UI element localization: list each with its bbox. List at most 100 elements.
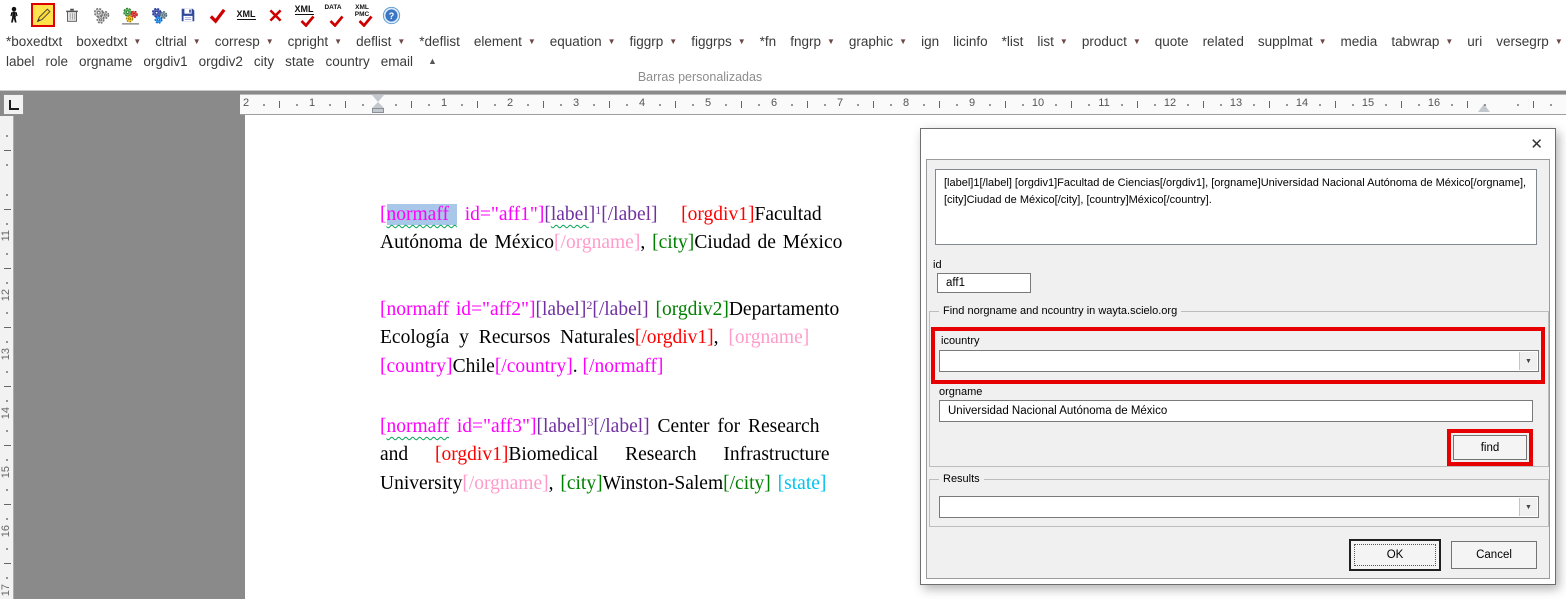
- trash-icon[interactable]: [60, 3, 84, 27]
- field-item-orgdiv1[interactable]: orgdiv1: [143, 54, 187, 69]
- doc-line: Autónoma de México[/orgname], [city]Ciud…: [380, 232, 842, 254]
- icountry-value: [940, 355, 948, 367]
- dropdown-arrow-icon[interactable]: ▼: [266, 37, 274, 46]
- tag-item-fn[interactable]: *fn: [760, 34, 777, 49]
- ruler-number: 12: [0, 289, 13, 301]
- tag-item-ign[interactable]: ign: [921, 34, 939, 49]
- dropdown-arrow-icon[interactable]: ▼: [1445, 37, 1453, 46]
- dropdown-arrow-icon[interactable]: ▼: [899, 37, 907, 46]
- xml-check-icon[interactable]: XML: [292, 3, 316, 27]
- ruler-tick: [1137, 101, 1138, 108]
- doc-run: [country]: [380, 356, 453, 377]
- first-line-indent-marker[interactable]: [372, 95, 384, 102]
- tag-item-boxedtxt[interactable]: boxedtxt▼: [76, 34, 141, 49]
- data-check-icon[interactable]: DATA: [321, 3, 345, 27]
- affiliation-summary-box[interactable]: [label]1[/label] [orgdiv1]Facultad de Ci…: [935, 169, 1537, 245]
- tag-item-fngrp[interactable]: fngrp▼: [790, 34, 835, 49]
- field-item-email[interactable]: email: [381, 54, 413, 69]
- validate-check-icon[interactable]: [205, 3, 229, 27]
- tag-item-tabwrap[interactable]: tabwrap▼: [1391, 34, 1453, 49]
- dropdown-arrow-icon[interactable]: ▼: [334, 37, 342, 46]
- gears-colored-icon[interactable]: [118, 3, 142, 27]
- dropdown-arrow-icon[interactable]: ▼: [193, 37, 201, 46]
- field-item-state[interactable]: state: [285, 54, 314, 69]
- field-item-role[interactable]: role: [46, 54, 69, 69]
- delete-x-icon[interactable]: [263, 3, 287, 27]
- dropdown-arrow-icon[interactable]: ▼: [1060, 37, 1068, 46]
- results-combobox[interactable]: ▼: [939, 496, 1539, 518]
- left-indent-marker[interactable]: [372, 108, 384, 113]
- cancel-button[interactable]: Cancel: [1451, 541, 1537, 569]
- ruler-tick: [6, 577, 8, 579]
- dropdown-arrow-icon[interactable]: ▼: [133, 37, 141, 46]
- ruler-number: 10: [1032, 97, 1044, 109]
- gears-gray-icon[interactable]: [89, 3, 113, 27]
- results-dropdown-icon[interactable]: ▼: [1519, 498, 1537, 516]
- tag-item-element[interactable]: element▼: [474, 34, 536, 49]
- tag-item-quote[interactable]: quote: [1155, 34, 1189, 49]
- help-icon[interactable]: ?: [379, 3, 403, 27]
- doc-run: [/orgdiv1]: [635, 327, 714, 348]
- tag-item-corresp[interactable]: corresp▼: [215, 34, 274, 49]
- tag-item-list[interactable]: list▼: [1037, 34, 1067, 49]
- icountry-combobox[interactable]: ▼: [939, 350, 1539, 372]
- save-icon[interactable]: [176, 3, 200, 27]
- doc-run: [/normaff]: [583, 356, 664, 377]
- dropdown-arrow-icon[interactable]: ▼: [738, 37, 746, 46]
- field-item-label[interactable]: label: [6, 54, 35, 69]
- gears-blue-icon[interactable]: [147, 3, 171, 27]
- doc-run: Ciudad de México: [694, 232, 842, 253]
- tag-item-product[interactable]: product▼: [1082, 34, 1141, 49]
- id-field[interactable]: aff1: [937, 273, 1031, 293]
- field-item-city[interactable]: city: [254, 54, 274, 69]
- tag-item-deflist[interactable]: deflist▼: [356, 34, 405, 49]
- dropdown-arrow-icon[interactable]: ▼: [608, 37, 616, 46]
- tab-selector[interactable]: [3, 94, 24, 115]
- tag-item-media[interactable]: media: [1341, 34, 1378, 49]
- ruler-tick: [543, 101, 544, 108]
- tag-item-boxedtxt[interactable]: *boxedtxt: [6, 34, 62, 49]
- tag-item-list[interactable]: *list: [1002, 34, 1024, 49]
- dropdown-arrow-icon[interactable]: ▼: [397, 37, 405, 46]
- dropdown-arrow-icon[interactable]: ▼: [1555, 37, 1563, 46]
- tag-item-graphic[interactable]: graphic▼: [849, 34, 907, 49]
- tag-item-licinfo[interactable]: licinfo: [953, 34, 988, 49]
- tag-item-cltrial[interactable]: cltrial▼: [155, 34, 200, 49]
- dropdown-arrow-icon[interactable]: ▼: [1133, 37, 1141, 46]
- person-icon[interactable]: [2, 3, 26, 27]
- dropdown-arrow-icon[interactable]: ▼: [528, 37, 536, 46]
- vertical-ruler[interactable]: 11121314151617: [0, 116, 14, 599]
- field-item-country[interactable]: country: [325, 54, 369, 69]
- xml-icon[interactable]: XML: [234, 3, 258, 27]
- ok-button[interactable]: OK: [1349, 539, 1441, 571]
- orgname-field[interactable]: Universidad Nacional Autónoma de México: [939, 400, 1533, 422]
- icountry-dropdown-icon[interactable]: ▼: [1519, 352, 1537, 370]
- tag-item-equation[interactable]: equation▼: [550, 34, 616, 49]
- dropdown-arrow-icon[interactable]: ▼: [669, 37, 677, 46]
- tag-item-deflist[interactable]: *deflist: [419, 34, 460, 49]
- tag-item-versegrp[interactable]: versegrp▼: [1496, 34, 1562, 49]
- doc-run: .: [573, 356, 583, 377]
- close-icon[interactable]: ✕: [1530, 135, 1543, 153]
- tag-item-uri[interactable]: uri: [1467, 34, 1482, 49]
- field-item-orgname[interactable]: orgname: [79, 54, 132, 69]
- dropdown-arrow-icon[interactable]: ▼: [1319, 37, 1327, 46]
- doc-run: [normaff id="aff2"]: [380, 299, 535, 320]
- ruler-tick: [890, 104, 892, 106]
- find-button[interactable]: find: [1453, 435, 1527, 460]
- tag-item-related[interactable]: related: [1203, 34, 1244, 49]
- ruler-tick: [362, 104, 364, 106]
- id-label: id: [933, 259, 942, 271]
- tag-item-supplmat[interactable]: supplmat▼: [1258, 34, 1327, 49]
- tag-item-figgrps[interactable]: figgrps▼: [691, 34, 745, 49]
- tag-item-cpright[interactable]: cpright▼: [288, 34, 342, 49]
- horizontal-ruler[interactable]: 2112345678910111213141516: [240, 94, 1566, 115]
- dropdown-arrow-icon[interactable]: ▼: [827, 37, 835, 46]
- tag-item-figgrp[interactable]: figgrp▼: [630, 34, 678, 49]
- dialog-titlebar[interactable]: ✕: [921, 129, 1555, 159]
- field-item-orgdiv2[interactable]: orgdiv2: [199, 54, 243, 69]
- xml-pmc-check-icon[interactable]: XMLPMC: [350, 3, 374, 27]
- ruler-tick: [1319, 104, 1321, 106]
- collapse-toolbar-icon[interactable]: ▲: [428, 56, 437, 66]
- edit-pencil-icon[interactable]: [31, 3, 55, 27]
